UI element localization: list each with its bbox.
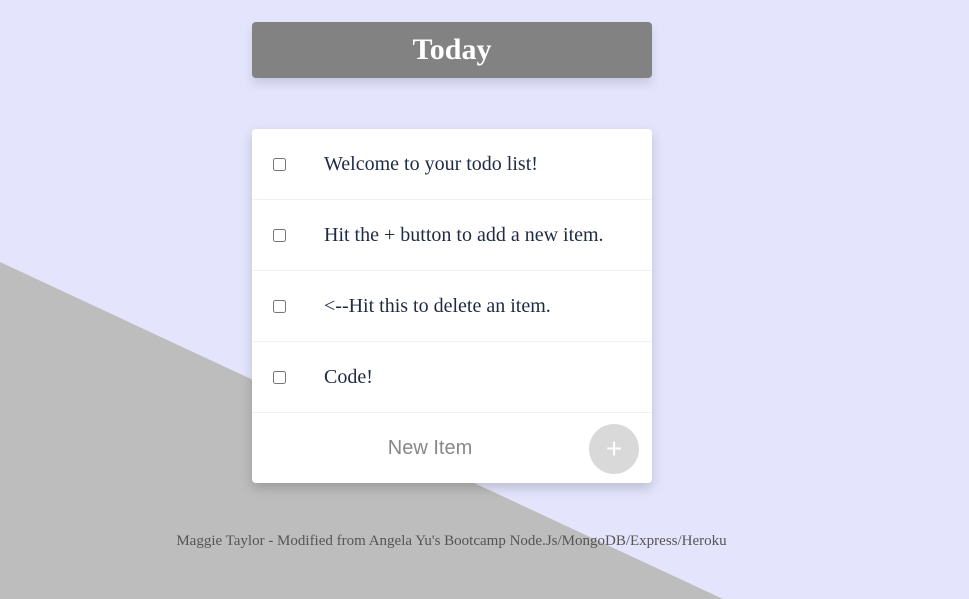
new-item-input[interactable] xyxy=(270,428,590,468)
todo-item-label: Hit the + button to add a new item. xyxy=(324,223,604,246)
todo-item-label: <--Hit this to delete an item. xyxy=(324,294,551,317)
todo-item: Welcome to your todo list! xyxy=(252,129,652,200)
todo-item-checkbox[interactable] xyxy=(273,299,286,313)
todo-item: Hit the + button to add a new item. xyxy=(252,200,652,271)
todo-item-label: Welcome to your todo list! xyxy=(324,152,538,175)
footer-credit: Maggie Taylor - Modified from Angela Yu'… xyxy=(176,533,727,549)
todo-item: Code! xyxy=(252,342,652,413)
todo-item-checkbox[interactable] xyxy=(273,370,286,384)
list-title: Today xyxy=(412,33,492,66)
new-item-form: + xyxy=(252,413,652,483)
todo-list-card: Welcome to your todo list! Hit the + but… xyxy=(252,129,652,483)
todo-item-checkbox[interactable] xyxy=(273,228,286,242)
add-item-button[interactable]: + xyxy=(589,424,639,474)
todo-item-checkbox[interactable] xyxy=(273,157,286,171)
heading-box: Today xyxy=(252,22,652,78)
todo-item-label: Code! xyxy=(324,365,373,388)
todo-item: <--Hit this to delete an item. xyxy=(252,271,652,342)
